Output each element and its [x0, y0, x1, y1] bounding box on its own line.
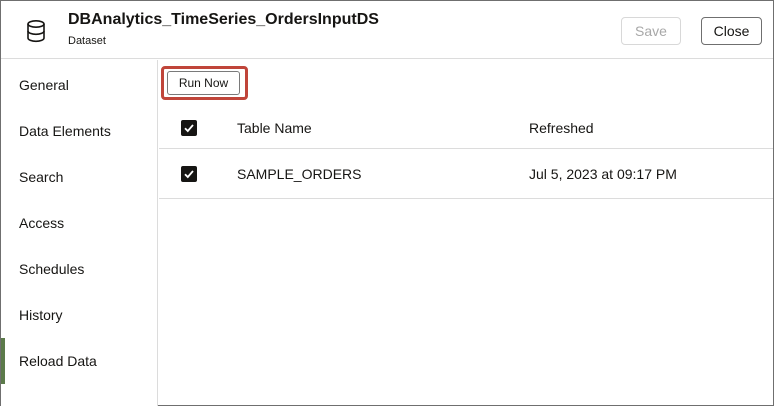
sidebar-item-access[interactable]: Access	[1, 200, 157, 246]
database-icon	[25, 19, 47, 43]
checkmark-icon	[184, 123, 194, 132]
run-now-button[interactable]: Run Now	[167, 71, 240, 95]
sidebar: General Data Elements Search Access Sche…	[1, 60, 158, 406]
select-all-checkbox[interactable]	[181, 119, 197, 136]
page-title: DBAnalytics_TimeSeries_OrdersInputDS	[68, 11, 379, 28]
sidebar-item-schedules[interactable]: Schedules	[1, 246, 157, 292]
table-header-row: Table Name Refreshed	[159, 107, 773, 149]
checkmark-icon	[184, 169, 194, 178]
sidebar-item-data-elements[interactable]: Data Elements	[1, 108, 157, 154]
sidebar-item-reload-data[interactable]: Reload Data	[1, 338, 157, 384]
main-content: Run Now Table Name Refreshed SAMPLE_ORDE…	[159, 60, 773, 406]
dataset-dialog: DBAnalytics_TimeSeries_OrdersInputDS Dat…	[0, 0, 774, 406]
row-checkbox[interactable]	[181, 165, 197, 182]
cell-table-name: SAMPLE_ORDERS	[237, 165, 362, 182]
table-row[interactable]: SAMPLE_ORDERS Jul 5, 2023 at 09:17 PM	[159, 149, 773, 199]
cell-refreshed: Jul 5, 2023 at 09:17 PM	[529, 165, 677, 182]
sidebar-item-history[interactable]: History	[1, 292, 157, 338]
close-button[interactable]: Close	[701, 17, 762, 45]
save-button[interactable]: Save	[621, 17, 681, 45]
sidebar-item-search[interactable]: Search	[1, 154, 157, 200]
sidebar-item-general[interactable]: General	[1, 62, 157, 108]
column-header-table-name[interactable]: Table Name	[237, 120, 312, 136]
page-subtitle: Dataset	[68, 35, 106, 47]
dialog-header: DBAnalytics_TimeSeries_OrdersInputDS Dat…	[1, 1, 773, 59]
column-header-refreshed[interactable]: Refreshed	[529, 120, 594, 136]
